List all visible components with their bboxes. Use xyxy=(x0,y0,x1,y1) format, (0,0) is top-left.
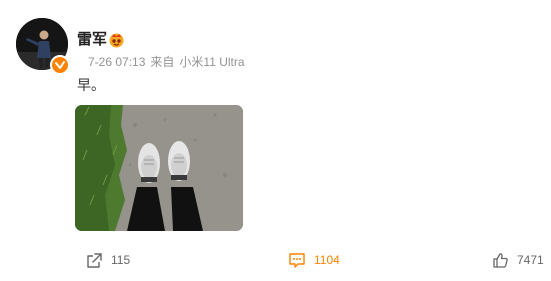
like-count: 7471 xyxy=(517,253,544,267)
verified-badge-icon xyxy=(50,55,70,75)
share-button[interactable]: 115 xyxy=(86,250,130,270)
share-count: 115 xyxy=(111,253,131,267)
post-photo-image xyxy=(75,105,243,231)
weibo-post-card: 雷军 7-26 07:13 来自 小米11 Ultra 早。 115 1104 … xyxy=(0,0,551,281)
source-prefix: 来自 xyxy=(150,55,175,69)
post-photo[interactable] xyxy=(75,105,243,231)
comment-count: 1104 xyxy=(314,253,340,267)
share-icon xyxy=(87,252,102,268)
post-text: 早。 xyxy=(77,77,105,93)
author-name[interactable]: 雷军 xyxy=(77,31,107,49)
vip-crown-icon[interactable] xyxy=(108,31,125,48)
post-meta: 7-26 07:13 来自 小米11 Ultra xyxy=(88,55,250,69)
like-button[interactable]: 7471 xyxy=(492,250,544,270)
post-time[interactable]: 7-26 07:13 xyxy=(88,55,145,69)
comment-button[interactable]: 1104 xyxy=(288,250,340,270)
comment-icon xyxy=(289,252,305,268)
thumbs-up-icon xyxy=(493,252,508,268)
post-source: 小米11 Ultra xyxy=(179,55,245,69)
